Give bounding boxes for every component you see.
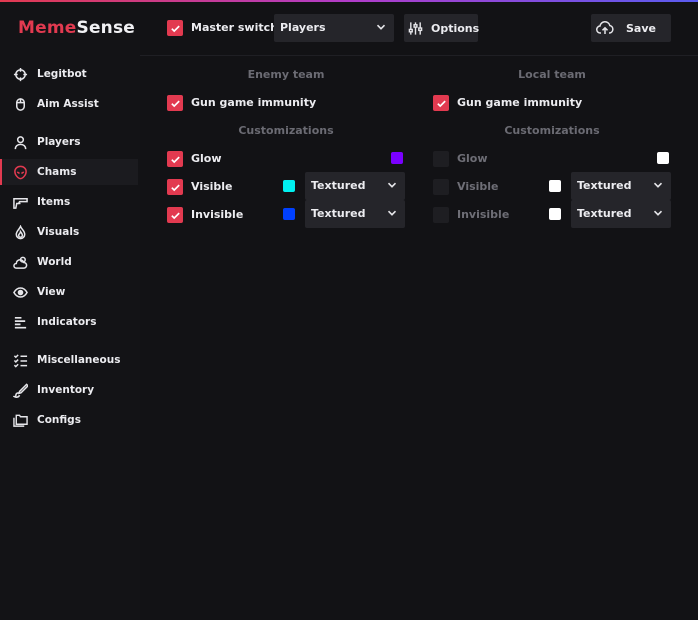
check-icon	[170, 25, 180, 32]
sidebar-item-label: Legitbot	[37, 68, 87, 80]
check-icon	[436, 100, 446, 107]
flame-icon	[12, 224, 29, 241]
enemy-team-title: Enemy team	[247, 68, 325, 81]
category-select-value: Players	[280, 21, 326, 34]
save-label: Save	[626, 21, 656, 35]
chevron-down-icon	[376, 24, 386, 30]
local-glow-label: Glow	[457, 152, 488, 165]
folders-icon	[12, 412, 29, 429]
sidebar-item-indicators[interactable]: Indicators	[0, 309, 138, 335]
save-button[interactable]: Save	[591, 14, 671, 42]
sidebar-item-label: Chams	[37, 166, 77, 178]
crosshair-icon	[12, 66, 29, 83]
sidebar-item-label: Aim Assist	[37, 98, 99, 110]
local-team-title: Local team	[518, 68, 586, 81]
enemy-glow-label: Glow	[191, 152, 222, 165]
sidebar: MemeSense Legitbot Aim Assist Players Ch…	[0, 2, 140, 620]
enemy-invisible-color-swatch[interactable]	[283, 208, 295, 220]
checklist-icon	[12, 352, 29, 369]
master-switch-checkbox[interactable]	[167, 20, 183, 36]
user-icon	[12, 134, 29, 151]
sidebar-item-inventory[interactable]: Inventory	[0, 377, 138, 403]
enemy-invisible-material-select[interactable]: Textured	[305, 200, 405, 228]
master-switch-label: Master switch	[191, 21, 278, 34]
sidebar-item-items[interactable]: Items	[0, 189, 138, 215]
enemy-visible-checkbox[interactable]	[167, 179, 183, 195]
enemy-gun-game-immunity-checkbox[interactable]	[167, 95, 183, 111]
local-visible-material-select[interactable]: Textured	[571, 172, 671, 200]
options-label: Options	[431, 21, 480, 35]
check-icon	[170, 184, 180, 191]
sidebar-item-visuals[interactable]: Visuals	[0, 219, 138, 245]
sidebar-item-label: Miscellaneous	[37, 354, 121, 366]
options-button[interactable]: Options	[404, 14, 480, 42]
sidebar-item-chams[interactable]: Chams	[0, 159, 138, 185]
category-select[interactable]: Players	[274, 14, 394, 42]
local-customizations-title: Customizations	[504, 124, 600, 137]
sidebar-item-label: Items	[37, 196, 71, 208]
gun-icon	[12, 194, 29, 211]
chevron-down-icon	[653, 210, 663, 216]
local-gun-game-immunity-label: Gun game immunity	[457, 96, 583, 109]
material-select-value: Textured	[311, 179, 366, 192]
local-invisible-material-select[interactable]: Textured	[571, 200, 671, 228]
chevron-down-icon	[387, 182, 397, 188]
enemy-invisible-label: Invisible	[191, 208, 244, 221]
enemy-gun-game-immunity-label: Gun game immunity	[191, 96, 317, 109]
chevron-down-icon	[653, 182, 663, 188]
mouse-icon	[12, 96, 29, 113]
check-icon	[170, 156, 180, 163]
sidebar-item-players[interactable]: Players	[0, 129, 138, 155]
local-visible-checkbox[interactable]	[433, 179, 449, 195]
brush-icon	[12, 382, 29, 399]
local-glow-color-swatch[interactable]	[657, 152, 669, 164]
check-icon	[170, 100, 180, 107]
enemy-visible-label: Visible	[191, 180, 233, 193]
local-visible-label: Visible	[457, 180, 499, 193]
material-select-value: Textured	[577, 179, 632, 192]
sliders-icon	[408, 19, 423, 37]
brand-logo: MemeSense	[18, 18, 135, 38]
cloud-sun-icon	[12, 254, 29, 271]
enemy-visible-material-select[interactable]: Textured	[305, 172, 405, 200]
local-invisible-checkbox[interactable]	[433, 207, 449, 223]
brand-part-2: Sense	[76, 18, 136, 38]
material-select-value: Textured	[577, 207, 632, 220]
sidebar-item-label: Inventory	[37, 384, 95, 396]
local-invisible-label: Invisible	[457, 208, 510, 221]
local-visible-color-swatch[interactable]	[549, 180, 561, 192]
eye-icon	[12, 284, 29, 301]
sidebar-item-legitbot[interactable]: Legitbot	[0, 61, 138, 87]
sidebar-item-label: Visuals	[37, 226, 80, 238]
chevron-down-icon	[387, 210, 397, 216]
enemy-visible-color-swatch[interactable]	[283, 180, 295, 192]
enemy-glow-color-swatch[interactable]	[391, 152, 403, 164]
alien-icon	[12, 164, 29, 181]
sidebar-item-label: World	[37, 256, 72, 268]
local-gun-game-immunity-checkbox[interactable]	[433, 95, 449, 111]
enemy-invisible-checkbox[interactable]	[167, 207, 183, 223]
enemy-customizations-title: Customizations	[238, 124, 334, 137]
sidebar-item-aim-assist[interactable]: Aim Assist	[0, 91, 138, 117]
local-glow-checkbox[interactable]	[433, 151, 449, 167]
sidebar-item-configs[interactable]: Configs	[0, 407, 138, 433]
material-select-value: Textured	[311, 207, 366, 220]
check-icon	[170, 212, 180, 219]
bars-icon	[12, 314, 29, 331]
sidebar-item-label: Configs	[37, 414, 81, 426]
sidebar-item-world[interactable]: World	[0, 249, 138, 275]
enemy-glow-checkbox[interactable]	[167, 151, 183, 167]
cloud-upload-icon	[596, 19, 614, 37]
sidebar-item-view[interactable]: View	[0, 279, 138, 305]
sidebar-item-miscellaneous[interactable]: Miscellaneous	[0, 347, 138, 373]
sidebar-item-label: Indicators	[37, 316, 97, 328]
local-invisible-color-swatch[interactable]	[549, 208, 561, 220]
sidebar-item-label: View	[37, 286, 66, 298]
brand-part-1: Meme	[18, 18, 77, 38]
sidebar-item-label: Players	[37, 136, 81, 148]
